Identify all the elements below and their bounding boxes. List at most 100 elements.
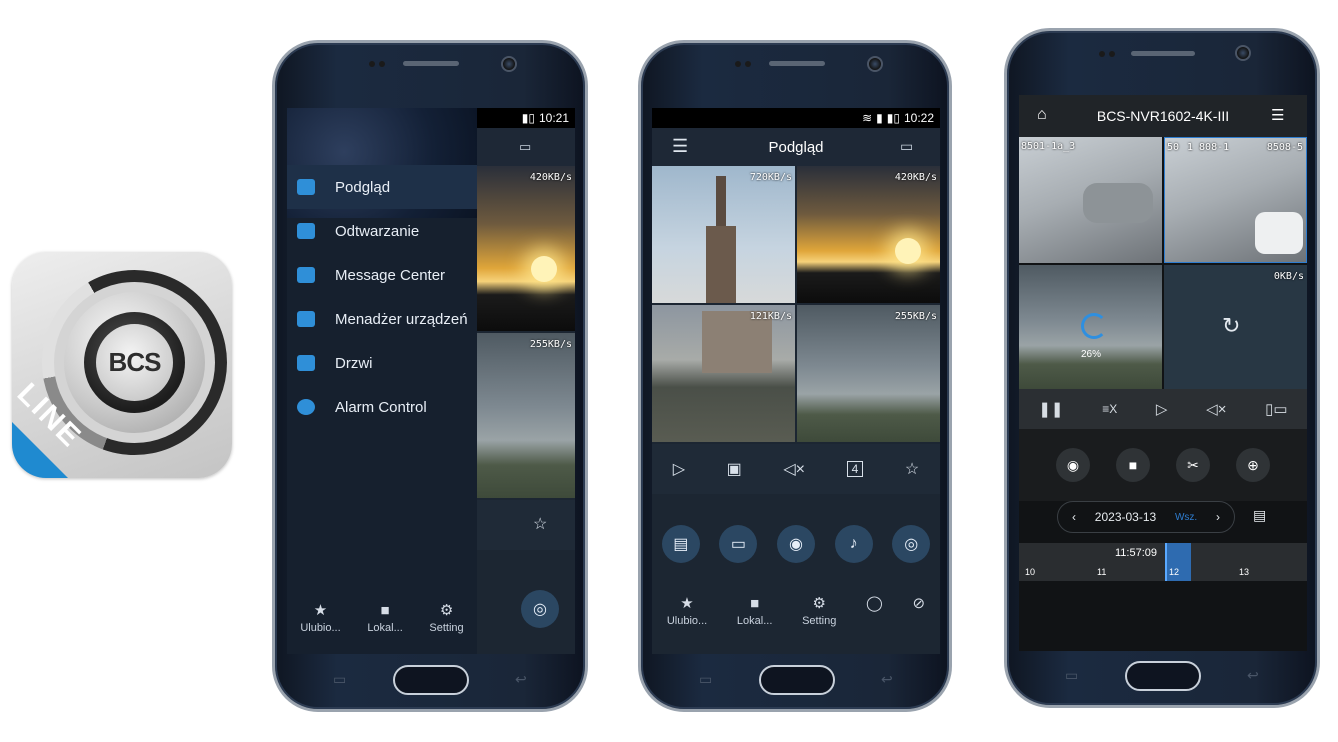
video-tile[interactable]: 26% [1019,265,1162,389]
back-icon[interactable]: ↩ [1247,667,1259,684]
play-icon[interactable]: ▷ [673,459,685,479]
phone-frame-2: ≋ ▮ ▮▯ 10:22 ☰ Podgląd ▭ 720KB/s 420KB/s… [638,40,952,712]
play-icon[interactable]: ▷ [1156,400,1168,418]
front-camera [867,56,883,72]
tower-base [706,226,736,303]
favorite-icon[interactable]: ☆ [905,459,919,479]
screen-3: ⌂ BCS-NVR1602-4K-III ☰ 8501-1a_3 50 1 80… [1019,95,1307,651]
home-button[interactable] [1125,661,1201,691]
image-quality-icon[interactable]: ▣ [727,459,742,479]
sun [895,238,921,264]
camera-label: 8508-5 [1266,142,1303,153]
tab-disconnect[interactable]: ⊘ [913,596,926,627]
mute-icon[interactable]: ◁× [1206,400,1226,418]
menu-item-label: Alarm Control [335,398,427,416]
bitrate-label: 255KB/s [894,311,937,322]
sensor [735,61,741,67]
action-buttons: ▤ ▭ ◉ ♪ ◎ [652,494,940,594]
menu-item-odtwarzanie[interactable]: Odtwarzanie [287,209,477,253]
video-tile[interactable]: 420KB/s [477,166,575,331]
back-icon[interactable]: ↩ [881,671,893,688]
date-selector: ‹ 2023-03-13 Wsz. › [1057,501,1235,533]
loading-progress: 26% [1081,349,1102,360]
video-tile[interactable]: 0KB/s ↻ [1164,265,1307,389]
recent-apps-icon[interactable]: ▭ [699,671,712,688]
home-button[interactable] [759,665,835,695]
video-tile[interactable]: 8501-1a_3 [1019,137,1162,263]
tab-setting[interactable]: ⚙ Setting [802,596,836,627]
home-button[interactable] [393,665,469,695]
microphone-icon[interactable]: ♪ [834,525,873,563]
snapshot-icon[interactable]: ◎ [521,590,559,628]
status-time: 10:22 [903,111,934,125]
tab-cloud[interactable]: ◯ [866,596,883,627]
scissors-icon[interactable]: ✂ [1176,448,1210,482]
gear-icon: ⚙ [439,602,454,619]
playback-icon[interactable]: ▤ [661,525,700,563]
signal-icon: ▮ [876,111,883,125]
mute-icon[interactable]: ◁× [783,459,805,479]
recent-apps-icon[interactable]: ▭ [1065,667,1078,684]
record-icon[interactable]: ■ [1116,448,1150,482]
bitrate-label: 420KB/s [529,172,572,183]
tab-label: Ulubio... [666,615,708,627]
date-mode[interactable]: Wsz. [1175,512,1197,523]
menu-item-message-center[interactable]: Message Center [287,253,477,297]
snapshot-icon[interactable]: ◉ [1056,448,1090,482]
device-list-icon[interactable]: ▭ [900,138,913,155]
recent-apps-icon[interactable]: ▭ [333,671,346,688]
action-buttons: ◉ ■ ✂ ⊕ [1019,429,1307,501]
timeline-time: 11:57:09 [1115,547,1158,559]
app-bar: ⌂ BCS-NVR1602-4K-III ☰ [1019,95,1307,137]
timeline-cursor[interactable] [1165,543,1167,581]
back-icon[interactable]: ↩ [515,671,527,688]
date-value[interactable]: 2023-03-13 [1095,510,1156,524]
split-screen-button[interactable]: 4 [846,461,864,477]
favorite-icon[interactable]: ☆ [533,514,547,534]
video-tile[interactable]: 720KB/s [652,166,795,303]
menu-item-label: Odtwarzanie [335,222,420,240]
tab-local[interactable]: ■ Lokal... [367,603,402,634]
car [1255,212,1303,254]
earpiece [769,61,825,66]
snapshot-icon[interactable]: ◉ [776,525,815,563]
next-date-icon[interactable]: › [1216,510,1220,524]
video-tile[interactable]: 121KB/s [652,305,795,442]
zoom-icon[interactable]: ⊕ [1236,448,1270,482]
video-tile[interactable]: 255KB/s [797,305,940,442]
phone-frame-3: ⌂ BCS-NVR1602-4K-III ☰ 8501-1a_3 50 1 80… [1004,28,1320,708]
bottom-tab-bar: ★ Ulubio... ■ Lokal... ⚙ Setting ◯ ⊘ [652,596,940,627]
cloud-icon: ◯ [866,595,883,612]
fullscreen-icon[interactable]: ▯▭ [1265,400,1287,418]
tab-favorites[interactable]: ★ Ulubio... [667,596,707,627]
timeline[interactable]: 11:57:09 10 11 12 13 [1019,543,1307,581]
menu-item-podglad[interactable]: Podgląd [287,165,477,209]
envelope-icon [297,267,315,283]
pause-icon[interactable]: ❚❚ [1038,400,1063,418]
refresh-icon[interactable]: ↻ [1222,313,1240,339]
tab-local[interactable]: ■ Lokal... [737,596,772,627]
filter-icon[interactable]: ▤ [1253,507,1266,524]
speed-button[interactable]: ≡X [1102,402,1117,416]
menu-list-icon[interactable]: ☰ [1271,106,1284,124]
sensor [1099,51,1105,57]
ptz-icon[interactable]: ◎ [892,525,931,563]
earpiece [403,61,459,66]
live-header: ▭ [477,128,575,166]
menu-item-drzwi[interactable]: Drzwi [287,341,477,385]
record-icon[interactable]: ▭ [719,525,758,563]
door-icon [297,355,315,371]
tab-setting[interactable]: ⚙ Setting [429,603,463,634]
prev-date-icon[interactable]: ‹ [1072,510,1076,524]
video-tile[interactable]: 420KB/s [797,166,940,303]
device-list-icon[interactable]: ▭ [519,139,531,155]
video-tile[interactable]: 255KB/s [477,333,575,498]
front-camera [501,56,517,72]
alarm-icon [297,399,315,415]
menu-item-label: Podgląd [335,178,391,196]
menu-item-device-manager[interactable]: Menadżer urządzeń [287,297,477,341]
sensor [745,61,751,67]
tab-favorites[interactable]: ★ Ulubio... [300,603,340,634]
menu-item-alarm-control[interactable]: Alarm Control [287,385,477,429]
video-tile[interactable]: 50 1 808-1 8508-5 [1164,137,1307,263]
